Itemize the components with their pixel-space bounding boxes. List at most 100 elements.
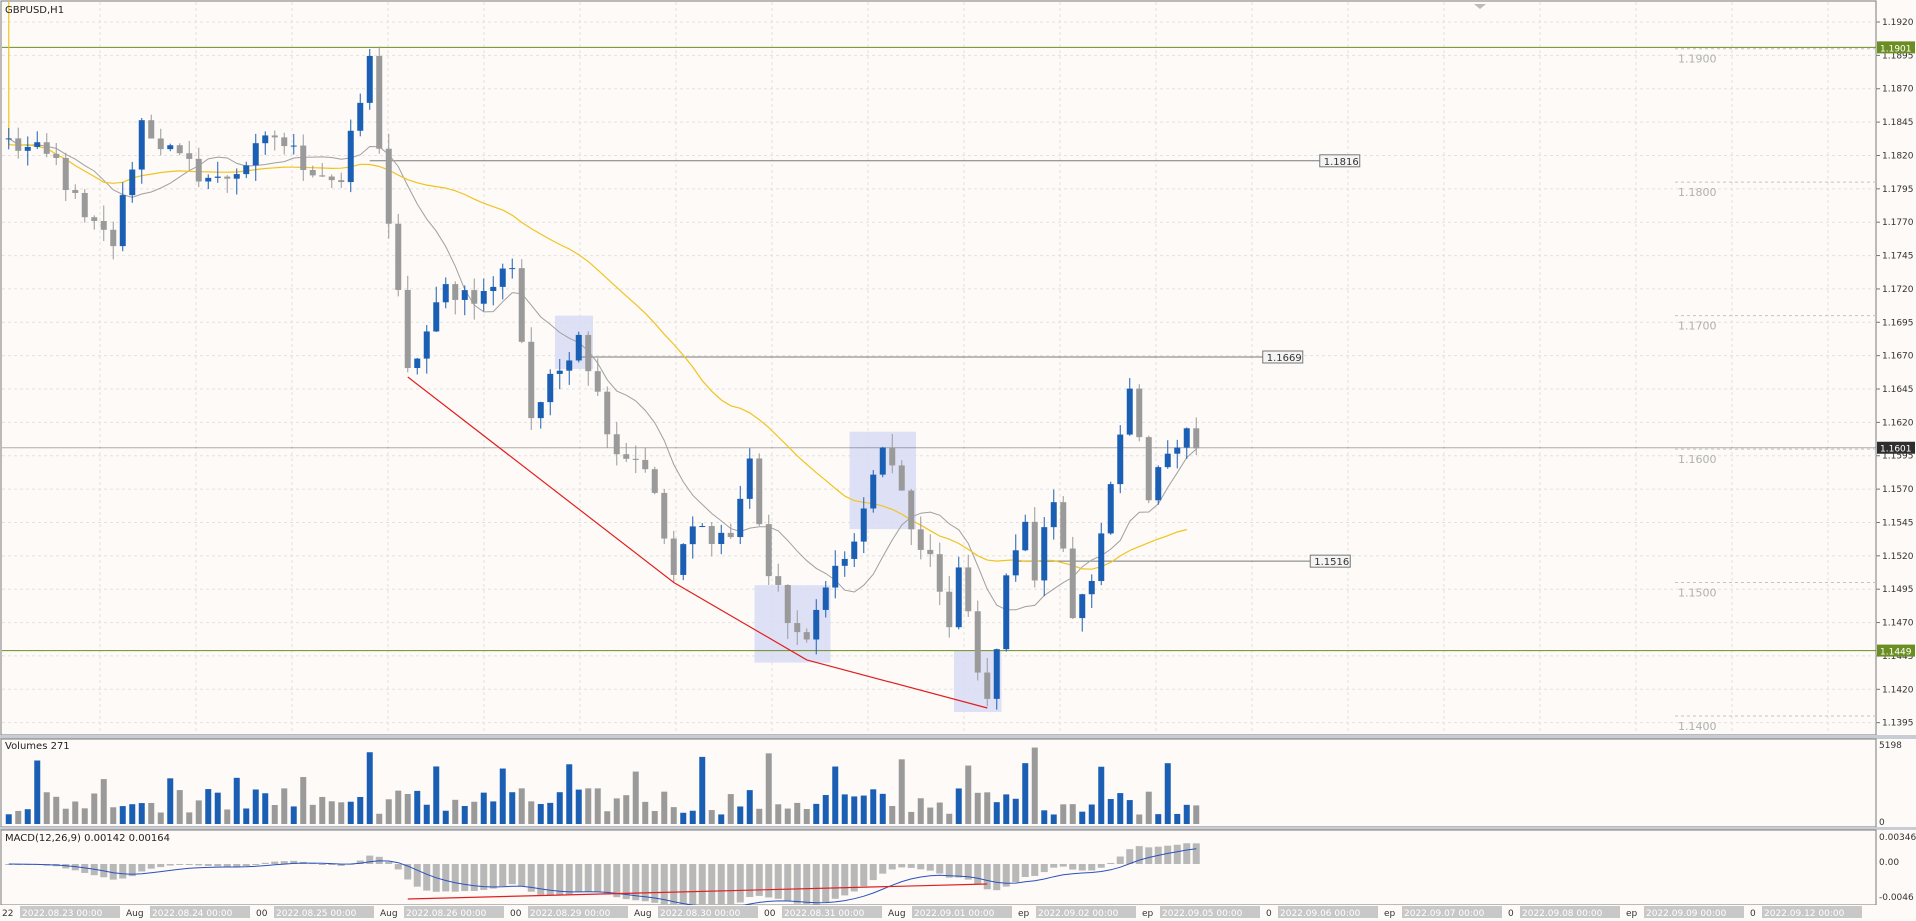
time-axis-label: 2022.08.30 00:00: [660, 909, 741, 919]
candle-body: [689, 526, 696, 545]
candle-body: [395, 223, 402, 290]
macd-bar: [185, 864, 193, 865]
price-axis-label: 1.1470: [1882, 619, 1914, 629]
volume-bar: [72, 801, 79, 824]
candle-body: [53, 153, 60, 158]
candle-body: [908, 490, 915, 530]
time-axis-item: 2022.08.26 00:00: [404, 906, 504, 919]
volume-bar: [1174, 813, 1181, 824]
panel-separator[interactable]: [0, 735, 1916, 739]
macd-bar: [812, 864, 820, 905]
candle-body: [1050, 502, 1057, 528]
candle-body: [651, 469, 658, 493]
volume-bar: [547, 802, 554, 824]
candle-body: [547, 373, 554, 403]
volume-bar: [1098, 766, 1105, 824]
volume-bar: [585, 788, 592, 824]
time-axis-item: 22: [2, 909, 13, 919]
macd-bar: [461, 864, 469, 892]
candle-body: [1041, 527, 1048, 581]
macd-bar: [119, 864, 127, 879]
volume-bar: [81, 808, 88, 824]
volume-bar: [385, 799, 392, 824]
volume-bar: [148, 802, 155, 824]
volume-bar: [138, 803, 145, 824]
volume-bar: [632, 771, 639, 824]
time-axis-item: Aug: [634, 909, 652, 919]
candle-body: [404, 289, 411, 369]
time-axis-item: 2022.09.08 00:00: [1520, 906, 1620, 919]
candle-body: [72, 190, 79, 193]
round-level-label: 1.1900: [1678, 53, 1717, 66]
candle-body: [889, 447, 896, 466]
candle-body: [841, 558, 848, 566]
volume-bar: [946, 813, 953, 824]
volume-bar: [1126, 800, 1133, 824]
macd-bar: [451, 864, 459, 892]
candle-body: [594, 371, 601, 392]
time-axis-item: ep: [1018, 909, 1030, 919]
volume-bar: [176, 790, 183, 824]
volume-label: Volumes 271: [5, 741, 70, 752]
macd-bar: [708, 864, 716, 909]
macd-bar: [1059, 864, 1067, 867]
candle-body: [290, 145, 297, 147]
candle-body: [300, 145, 307, 171]
volume-bar: [955, 788, 962, 824]
candle-body: [224, 176, 231, 179]
volume-bar: [746, 790, 753, 824]
candle-body: [718, 532, 725, 544]
trading-chart[interactable]: 1.1816 1.1669 1.1516 1.1900 1.1800 1.1700 1.1…: [0, 0, 1916, 921]
highlight-zone: [849, 431, 916, 530]
candle-body: [1145, 437, 1152, 501]
macd-bar: [1050, 864, 1058, 868]
volume-bar: [157, 812, 164, 824]
volume-bar: [224, 809, 231, 824]
macd-bar: [537, 864, 545, 895]
volume-bar: [841, 794, 848, 824]
volume-bar: [129, 804, 136, 824]
price-tag-label: 1.1901: [1880, 44, 1912, 54]
volume-bar: [737, 806, 744, 824]
volume-bar: [1193, 805, 1200, 824]
volume-bar: [290, 806, 297, 824]
volume-bar: [965, 765, 972, 824]
candle-body: [376, 55, 383, 149]
time-axis-item: 00: [256, 909, 268, 919]
candle-body: [822, 587, 829, 610]
macd-bar: [831, 864, 839, 899]
time-axis-item: 2022.09.05 00:00: [1160, 906, 1260, 919]
macd-bar: [318, 864, 326, 865]
time-axis-label: Aug: [888, 909, 906, 919]
time-axis-item: 2022.08.29 00:00: [528, 906, 628, 919]
macd-bar: [613, 864, 621, 898]
candle-body: [24, 146, 31, 151]
macd-bar: [936, 864, 944, 874]
candle-body: [509, 268, 516, 270]
macd-bar: [869, 864, 877, 881]
volume-bar: [566, 764, 573, 824]
level-tag-label: 1.1516: [1314, 557, 1349, 568]
time-axis-label: Aug: [380, 909, 398, 919]
candle-body: [737, 498, 744, 538]
main-panel[interactable]: [0, 0, 1877, 736]
volume-bar: [281, 788, 288, 824]
volume-bar: [898, 759, 905, 824]
volume-bar: [889, 805, 896, 824]
candle-body: [917, 529, 924, 550]
candle-body: [784, 584, 791, 624]
time-axis-item: 2022.09.12 00:00: [1762, 906, 1862, 919]
macd-bar: [1107, 862, 1115, 864]
candle-body: [110, 229, 117, 247]
volume-bar: [803, 809, 810, 824]
macd-bar: [1012, 864, 1020, 883]
time-axis-item: 2022.08.25 00:00: [274, 906, 374, 919]
time-axis-item: 00: [764, 909, 776, 919]
candle-body: [62, 157, 69, 191]
time-axis-item: 2022.08.31 00:00: [782, 906, 882, 919]
candle-body: [490, 286, 497, 292]
macd-bar: [1078, 864, 1086, 871]
time-axis-item: 2022.09.01 00:00: [912, 906, 1012, 919]
macd-bar: [1164, 845, 1172, 864]
volume-bar: [414, 790, 421, 824]
